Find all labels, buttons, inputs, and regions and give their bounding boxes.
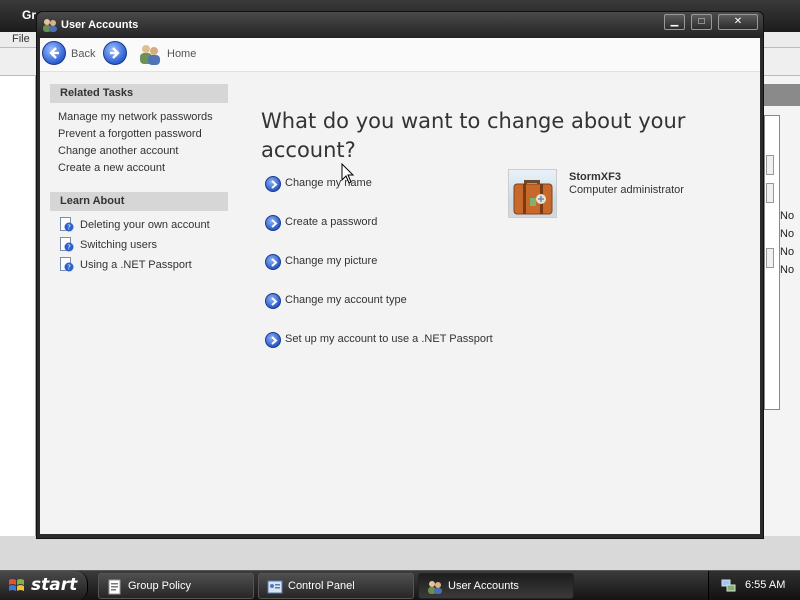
users-icon [43,19,57,32]
group-policy-icon [108,579,121,595]
background-control [766,183,774,203]
action-label: Change my picture [285,255,378,267]
action-label: Change my account type [285,294,407,306]
home-users-icon[interactable] [138,43,162,65]
action-label: Create a password [285,216,378,228]
background-cell-text: No [780,228,795,240]
arrow-right-icon [265,332,281,348]
task-link-create-new-account[interactable]: Create a new account [58,160,228,177]
learn-about-header: Learn About [50,192,228,211]
minimize-button[interactable]: ▁ [664,14,685,30]
taskbar-item-group-policy[interactable]: Group Policy [98,573,254,599]
taskbar: start Group Policy Control Panel User Ac… [0,570,800,600]
control-panel-icon [267,580,283,594]
windows-logo-icon [9,579,24,591]
learn-item-label: Deleting your own account [80,219,210,231]
taskbar-item-label: Group Policy [128,580,191,592]
help-document-icon: ? [60,257,74,272]
taskbar-item-control-panel[interactable]: Control Panel [258,573,414,599]
arrow-right-icon [110,47,120,59]
background-menu-file[interactable]: File [12,33,30,45]
task-link-change-another-account[interactable]: Change another account [58,143,228,160]
content-area: Related Tasks Manage my network password… [40,72,760,534]
taskbar-item-label: User Accounts [448,580,519,592]
background-title: Gr [22,8,37,22]
account-role: Computer administrator [569,184,684,196]
svg-text:?: ? [67,224,71,232]
users-icon [428,581,442,594]
close-button[interactable]: ✕ [718,14,758,30]
related-tasks-list: Manage my network passwords Prevent a fo… [50,103,228,177]
learn-item-net-passport[interactable]: ? Using a .NET Passport [58,255,228,275]
svg-text:?: ? [67,264,71,272]
taskbar-item-user-accounts[interactable]: User Accounts [418,573,574,599]
background-cell-text: No [780,264,795,276]
page-title: What do you want to change about your ac… [261,109,686,162]
window-title: User Accounts [61,19,139,31]
start-label: start [31,575,78,595]
user-accounts-window: User Accounts ▁ □ ✕ Back Home Related Ta… [36,11,764,539]
home-label[interactable]: Home [167,48,196,60]
window-titlebar[interactable]: User Accounts ▁ □ ✕ [37,12,763,38]
action-label: Set up my account to use a .NET Passport [285,333,493,345]
related-tasks-panel: Related Tasks Manage my network password… [50,84,228,177]
suitcase-icon [509,180,556,217]
help-document-icon: ? [60,217,74,232]
learn-item-label: Switching users [80,239,158,251]
learn-item-deleting-account[interactable]: ? Deleting your own account [58,215,228,235]
background-cell-text: No [780,210,795,222]
arrow-right-icon [265,293,281,309]
account-picture [508,169,557,218]
mouse-cursor-icon [341,163,355,184]
arrow-right-icon [265,176,281,192]
learn-about-panel: Learn About ? Deleting your own account … [50,192,228,275]
maximize-button[interactable]: □ [691,14,712,30]
network-icon[interactable] [721,579,737,593]
learn-item-label: Using a .NET Passport [80,259,192,271]
task-link-prevent-forgotten-password[interactable]: Prevent a forgotten password [58,126,228,143]
navigation-bar: Back Home [40,38,760,72]
svg-text:?: ? [67,244,71,252]
arrow-right-icon [265,215,281,231]
task-link-manage-network-passwords[interactable]: Manage my network passwords [58,109,228,126]
back-label[interactable]: Back [71,48,95,60]
learn-about-list: ? Deleting your own account ? Switching … [50,211,228,275]
background-cell-text: No [780,246,795,258]
arrow-left-icon [49,47,59,59]
related-tasks-header: Related Tasks [50,84,228,103]
action-label: Change my name [285,177,372,189]
help-document-icon: ? [60,237,74,252]
back-button[interactable] [42,41,66,65]
background-control [766,248,774,268]
clock[interactable]: 6:55 AM [745,579,785,591]
taskbar-item-label: Control Panel [288,580,355,592]
learn-item-switching-users[interactable]: ? Switching users [58,235,228,255]
account-name: StormXF3 [569,171,621,183]
start-button[interactable]: start [0,571,88,600]
background-header-bar [762,84,800,106]
background-control [766,155,774,175]
arrow-right-icon [265,254,281,270]
system-tray: 6:55 AM [708,571,800,600]
forward-button[interactable] [103,41,127,65]
background-tree-pane [0,76,36,536]
